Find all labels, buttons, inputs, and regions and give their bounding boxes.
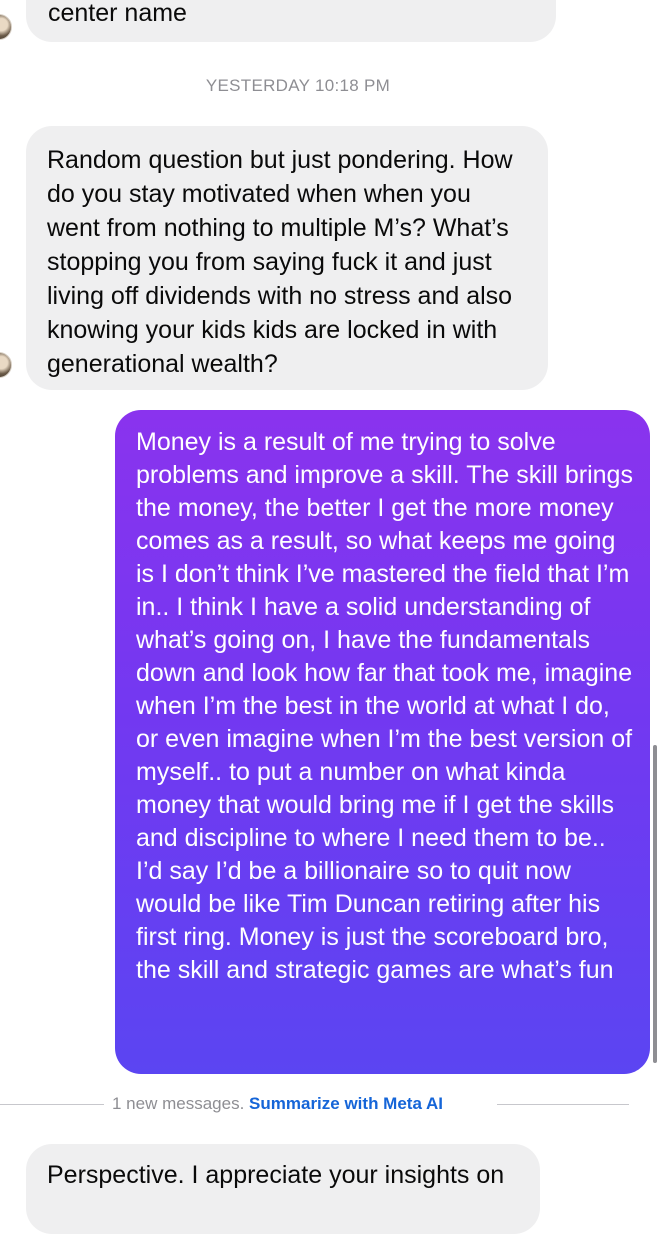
incoming-message-bubble[interactable]: center name xyxy=(26,0,556,42)
message-timestamp: YESTERDAY 10:18 PM xyxy=(205,76,391,95)
message-text: Perspective. I appreciate your insights … xyxy=(47,1161,505,1189)
scrollbar[interactable] xyxy=(653,745,657,1063)
incoming-message-bubble[interactable]: Random question but just pondering. How … xyxy=(26,126,548,390)
new-messages-count: 1 new messages. xyxy=(112,1094,245,1113)
sender-avatar[interactable] xyxy=(0,14,12,40)
outgoing-message-bubble[interactable]: Money is a result of me trying to solve … xyxy=(115,410,650,1074)
new-messages-divider: 1 new messages. Summarize with Meta AI xyxy=(0,1092,663,1118)
summarize-with-meta-ai-link[interactable]: Summarize with Meta AI xyxy=(249,1094,443,1113)
divider-line-left xyxy=(0,1104,104,1105)
divider-line-right xyxy=(497,1104,629,1105)
message-text: center name xyxy=(48,0,187,27)
new-messages-label: 1 new messages. Summarize with Meta AI xyxy=(112,1094,443,1114)
incoming-message-bubble[interactable]: Perspective. I appreciate your insights … xyxy=(26,1144,540,1234)
message-text: Money is a result of me trying to solve … xyxy=(136,428,633,984)
message-text: Random question but just pondering. How … xyxy=(47,146,513,378)
sender-avatar[interactable] xyxy=(0,352,12,378)
